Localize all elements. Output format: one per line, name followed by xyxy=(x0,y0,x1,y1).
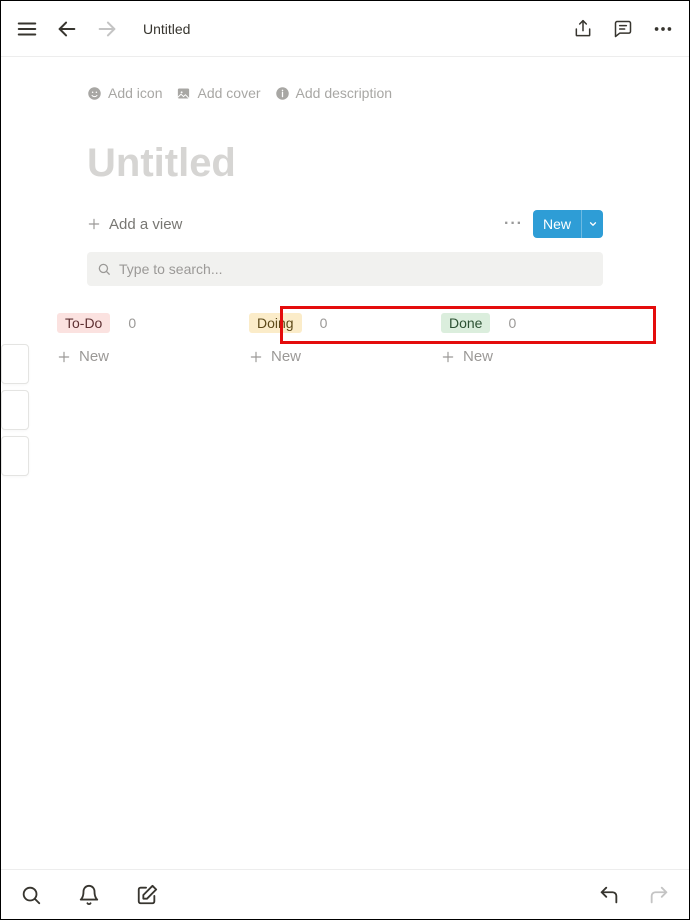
image-icon xyxy=(176,86,191,101)
new-button: New xyxy=(533,210,603,238)
ghost-card[interactable] xyxy=(1,390,29,430)
page-options: Add icon Add cover Add description xyxy=(87,85,603,101)
column-tag-done: Done xyxy=(441,313,490,333)
add-card-label: New xyxy=(271,348,301,365)
column-header[interactable]: Done 0 xyxy=(441,306,633,340)
column-tag-doing: Doing xyxy=(249,313,302,333)
redo-icon xyxy=(645,881,673,909)
ghost-cards xyxy=(1,344,29,482)
back-icon[interactable] xyxy=(53,15,81,43)
more-icon[interactable] xyxy=(649,15,677,43)
bottombar xyxy=(1,869,689,919)
add-icon-button[interactable]: Add icon xyxy=(87,85,162,101)
add-view-label: Add a view xyxy=(109,216,182,233)
menu-icon[interactable] xyxy=(13,15,41,43)
column-header[interactable]: To-Do 0 xyxy=(57,306,249,340)
view-row-right: ··· New xyxy=(504,210,603,238)
view-row: Add a view ··· New xyxy=(87,210,603,238)
forward-icon xyxy=(93,15,121,43)
notifications-icon[interactable] xyxy=(75,881,103,909)
add-cover-label: Add cover xyxy=(197,85,260,101)
topbar-left: Untitled xyxy=(13,15,190,43)
view-options-icon[interactable]: ··· xyxy=(504,215,523,233)
column-count: 0 xyxy=(508,315,516,331)
page-heading[interactable]: Untitled xyxy=(87,141,603,186)
plus-icon xyxy=(249,350,263,364)
add-view-button[interactable]: Add a view xyxy=(87,216,182,233)
board-column-doing: Doing 0 New xyxy=(249,306,441,365)
page-title[interactable]: Untitled xyxy=(143,21,190,37)
add-description-label: Add description xyxy=(296,85,393,101)
add-card-label: New xyxy=(463,348,493,365)
emoji-icon xyxy=(87,86,102,101)
comments-icon[interactable] xyxy=(609,15,637,43)
ghost-card[interactable] xyxy=(1,436,29,476)
add-cover-button[interactable]: Add cover xyxy=(176,85,260,101)
compose-icon[interactable] xyxy=(133,881,161,909)
column-count: 0 xyxy=(128,315,136,331)
search-nav-icon[interactable] xyxy=(17,881,45,909)
ghost-card[interactable] xyxy=(1,344,29,384)
add-card-button[interactable]: New xyxy=(249,348,441,365)
add-card-label: New xyxy=(79,348,109,365)
search-input[interactable] xyxy=(119,261,593,277)
plus-icon xyxy=(441,350,455,364)
board-columns: To-Do 0 New Doing 0 New xyxy=(57,306,633,365)
topbar: Untitled xyxy=(1,1,689,57)
bottombar-right xyxy=(595,881,673,909)
info-icon xyxy=(275,86,290,101)
board-column-todo: To-Do 0 New xyxy=(57,306,249,365)
add-card-button[interactable]: New xyxy=(441,348,633,365)
column-count: 0 xyxy=(320,315,328,331)
plus-icon xyxy=(87,217,101,231)
search-box[interactable] xyxy=(87,252,603,286)
plus-icon xyxy=(57,350,71,364)
board-column-done: Done 0 New xyxy=(441,306,633,365)
new-button-dropdown[interactable] xyxy=(581,210,603,238)
column-tag-todo: To-Do xyxy=(57,313,110,333)
topbar-right xyxy=(569,15,677,43)
column-header[interactable]: Doing 0 xyxy=(249,306,441,340)
search-icon xyxy=(97,262,111,276)
new-button-label[interactable]: New xyxy=(533,216,581,232)
add-icon-label: Add icon xyxy=(108,85,162,101)
share-icon[interactable] xyxy=(569,15,597,43)
content: Add icon Add cover Add description Untit… xyxy=(1,85,689,286)
add-card-button[interactable]: New xyxy=(57,348,249,365)
board: To-Do 0 New Doing 0 New xyxy=(1,306,689,365)
add-description-button[interactable]: Add description xyxy=(275,85,393,101)
undo-icon[interactable] xyxy=(595,881,623,909)
